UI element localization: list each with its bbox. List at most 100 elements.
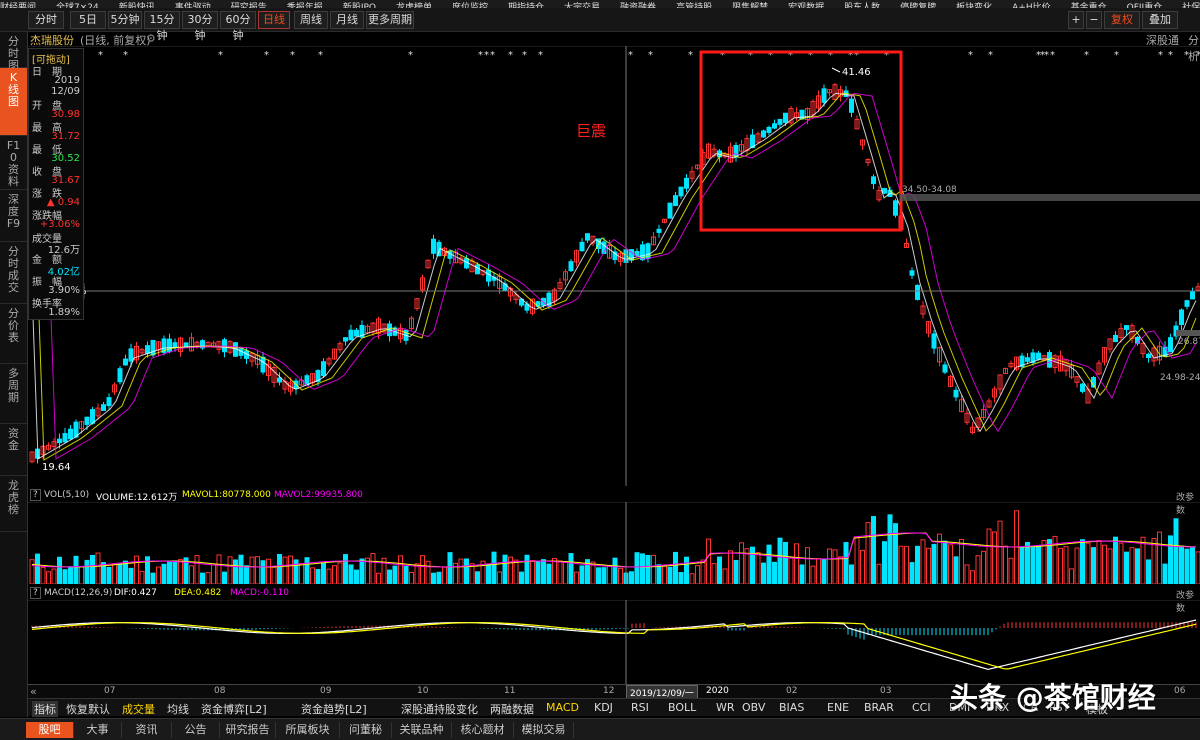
volume-bar <box>739 542 744 584</box>
bottom-tab[interactable]: 模拟交易 <box>514 722 574 738</box>
volume-bar <box>161 563 167 584</box>
help-icon[interactable]: ? <box>30 587 41 599</box>
bottom-tab[interactable]: 核心题材 <box>452 722 514 738</box>
volume-bar <box>475 571 480 584</box>
volume-bar <box>90 554 95 584</box>
sidebar-item[interactable]: F10资料 <box>0 136 27 190</box>
settings-icon[interactable]: ⚙ <box>146 32 156 45</box>
volume-bar <box>1118 542 1124 584</box>
volume-bar <box>227 556 233 584</box>
candle-body <box>475 264 480 275</box>
volume-bar <box>667 566 673 584</box>
zoom-in-button[interactable]: + <box>1068 11 1084 29</box>
indicator-tab[interactable]: BIAS <box>779 701 804 714</box>
indicator-tab[interactable]: OBV <box>742 701 765 714</box>
period-more[interactable]: 更多周期 <box>366 11 414 29</box>
event-marker: * <box>968 50 973 61</box>
indicator-tab[interactable]: CCI <box>912 701 931 714</box>
bottom-tab[interactable]: 问董秘 <box>340 722 392 738</box>
period-daily[interactable]: 日线 <box>258 11 290 29</box>
volume-bar <box>992 531 997 584</box>
macd-chart[interactable] <box>28 600 1200 684</box>
candle-body <box>1025 357 1030 362</box>
period-weekly[interactable]: 周线 <box>294 11 328 29</box>
period-30min[interactable]: 30分钟 <box>182 11 218 42</box>
bottom-tab[interactable]: 研究报告 <box>220 722 276 738</box>
vol-name[interactable]: VOL(5,10) <box>44 490 89 500</box>
sidebar-item[interactable]: 龙虎榜 <box>0 476 27 532</box>
volume-bar <box>1085 542 1091 584</box>
volume-bar <box>35 553 40 584</box>
candle-body <box>101 404 106 411</box>
candle-body <box>893 200 898 216</box>
bottom-tab[interactable]: 关联品种 <box>392 722 452 738</box>
event-marker: * <box>98 50 103 61</box>
period-15min[interactable]: 15分钟 <box>144 11 180 42</box>
zoom-out-button[interactable]: − <box>1086 11 1102 29</box>
candle-body <box>145 345 150 354</box>
volume-bar <box>832 549 838 584</box>
volume-bar <box>1096 540 1102 584</box>
info-panel[interactable]: [可拖动] 日 期 2019 12/09 开 盘 30.98 最 高 31.72… <box>28 48 84 320</box>
indicator-tab[interactable]: WR <box>716 701 735 714</box>
candle-body <box>321 361 326 377</box>
macd-name[interactable]: MACD(12,26,9) <box>44 588 112 598</box>
top-news-menu[interactable]: 财经要闻 全球7×24 新股快讯 事件驱动 研究报告 季报年报 新股IPO 龙虎榜单 席位监控期… <box>0 0 1200 8</box>
volume-bar <box>277 554 282 584</box>
overlay-dropdown[interactable]: 叠加 <box>1142 11 1178 29</box>
volume-bar <box>755 552 761 584</box>
candle-body <box>1168 337 1173 353</box>
event-marker: * <box>1044 50 1049 61</box>
date-tick: 10 <box>417 686 429 696</box>
scroll-left-icon[interactable]: « <box>30 685 37 698</box>
indicator-tab[interactable]: RSI <box>631 701 649 714</box>
indicator-tab[interactable]: 两融数据 <box>490 701 534 717</box>
help-icon[interactable]: ? <box>30 489 41 501</box>
volume-bar <box>1107 548 1113 584</box>
sidebar-item[interactable]: 分价表 <box>0 304 27 364</box>
indicator-tab[interactable]: BRAR <box>864 701 894 714</box>
volume-bar <box>706 538 711 584</box>
volume-bar <box>1179 545 1184 584</box>
indicator-tab[interactable]: 均线 <box>167 701 189 717</box>
volume-bar <box>293 559 299 584</box>
candle-body <box>684 177 689 189</box>
volume-chart[interactable] <box>28 502 1200 584</box>
volume-bar <box>1135 548 1140 584</box>
volume-bar <box>700 559 706 584</box>
indicator-tab[interactable]: 深股通持股变化 <box>401 701 478 717</box>
indicator-tab[interactable]: 资金趋势[L2] <box>301 701 367 717</box>
sidebar-item[interactable]: 分时成交 <box>0 242 27 304</box>
indicator-tab[interactable]: 恢复默认 <box>66 701 110 717</box>
indicator-tab[interactable]: BOLL <box>668 701 696 714</box>
bottom-tab[interactable]: 大事 <box>74 722 122 738</box>
bottom-tab[interactable]: 所属板块 <box>276 722 340 738</box>
indicator-tab[interactable]: 资金博弈[L2] <box>201 701 267 717</box>
indicator-tab[interactable]: ENE <box>827 701 849 714</box>
bottom-tab[interactable]: 资讯 <box>122 722 172 738</box>
volume-bar <box>233 559 238 584</box>
indicator-tab[interactable]: 成交量 <box>122 701 155 717</box>
bottom-tab[interactable]: 股吧 <box>26 722 74 738</box>
indicator-tab[interactable]: 指标 <box>32 701 58 717</box>
indicator-tab[interactable]: KDJ <box>594 701 613 714</box>
candle-body <box>1190 291 1195 300</box>
event-marker: * <box>628 50 633 61</box>
bottom-tab[interactable]: 公告 <box>172 722 220 738</box>
period-5day[interactable]: 5日 <box>70 11 106 29</box>
volume-bar <box>678 572 684 584</box>
period-5min[interactable]: 5分钟 <box>108 11 142 29</box>
period-monthly[interactable]: 月线 <box>330 11 364 29</box>
sidebar-item[interactable]: 资金 <box>0 424 27 476</box>
sidebar-item[interactable]: 多周期 <box>0 364 27 424</box>
volume-bar <box>761 562 766 584</box>
volume-bar <box>920 539 926 584</box>
sidebar-item[interactable]: 分时图 <box>0 32 27 72</box>
kline-chart[interactable]: *************************************巨震4… <box>28 46 1200 486</box>
period-60min[interactable]: 60分钟 <box>220 11 256 42</box>
fuquan-dropdown[interactable]: 复权 <box>1104 11 1140 29</box>
sidebar-item[interactable]: 深度F9 <box>0 190 27 242</box>
indicator-tab[interactable]: MACD <box>546 701 579 714</box>
period-fenshi[interactable]: 分时 <box>28 11 64 29</box>
sidebar-item[interactable]: K线图 <box>0 68 27 136</box>
